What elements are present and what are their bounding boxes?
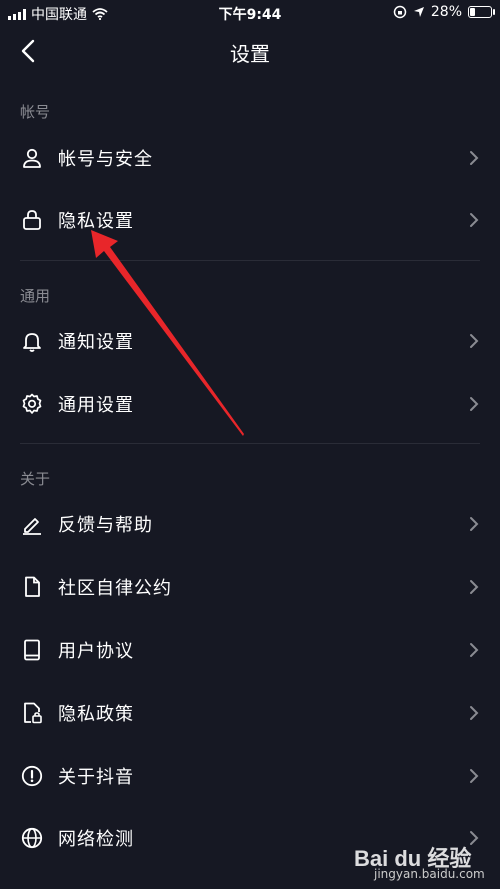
baidu-watermark: Bai du 经验 jingyan.baidu.com [354,841,494,885]
row-label: 网络检测 [58,829,134,850]
chevron-right-icon [470,580,479,594]
section-label-general: 通用 [20,287,51,305]
gear-icon [22,393,42,414]
chevron-right-icon [470,769,479,783]
user-icon [23,148,41,168]
row-notification-settings[interactable]: 通知设置 [0,313,500,369]
row-label: 用户协议 [58,641,134,662]
location-icon [413,7,424,17]
row-community-guidelines[interactable]: 社区自律公约 [0,559,500,615]
rotation-lock-icon [393,5,407,19]
row-label: 社区自律公约 [58,578,172,599]
chevron-right-icon [470,151,479,165]
row-label: 反馈与帮助 [58,515,153,536]
row-privacy-settings[interactable]: 隐私设置 [0,192,500,248]
file-lock-icon [24,702,42,724]
chevron-right-icon [470,643,479,657]
status-bar: 中国联通 下午9:44 28% [0,0,500,26]
pen-icon [23,518,41,535]
page-title: 设置 [230,42,270,66]
document-icon [25,576,40,597]
bell-icon [23,333,41,352]
row-label: 通知设置 [58,332,134,353]
nav-header: 设置 [0,26,500,76]
info-icon [21,765,43,787]
row-label: 关于抖音 [58,767,134,788]
row-general-settings[interactable]: 通用设置 [0,376,500,432]
battery-percent: 28% [430,4,462,20]
row-user-agreement[interactable]: 用户协议 [0,622,500,678]
section-divider [20,260,480,261]
section-label-account: 帐号 [20,103,51,121]
row-label: 隐私政策 [58,704,134,725]
chevron-right-icon [470,213,479,227]
chevron-right-icon [470,706,479,720]
lock-icon [23,210,41,230]
row-label: 隐私设置 [58,211,134,232]
row-about-douyin[interactable]: 关于抖音 [0,748,500,804]
row-feedback-help[interactable]: 反馈与帮助 [0,496,500,552]
globe-icon [21,827,43,849]
chevron-right-icon [470,334,479,348]
battery-icon [468,6,495,18]
watermark-site: jingyan.baidu.com [374,867,485,881]
row-label: 帐号与安全 [58,149,153,170]
chevron-right-icon [470,517,479,531]
section-label-about: 关于 [20,470,51,488]
chevron-right-icon [470,397,479,411]
row-account-security[interactable]: 帐号与安全 [0,130,500,186]
section-divider [20,443,480,444]
book-icon [24,639,40,661]
row-privacy-policy[interactable]: 隐私政策 [0,685,500,741]
row-label: 通用设置 [58,395,134,416]
